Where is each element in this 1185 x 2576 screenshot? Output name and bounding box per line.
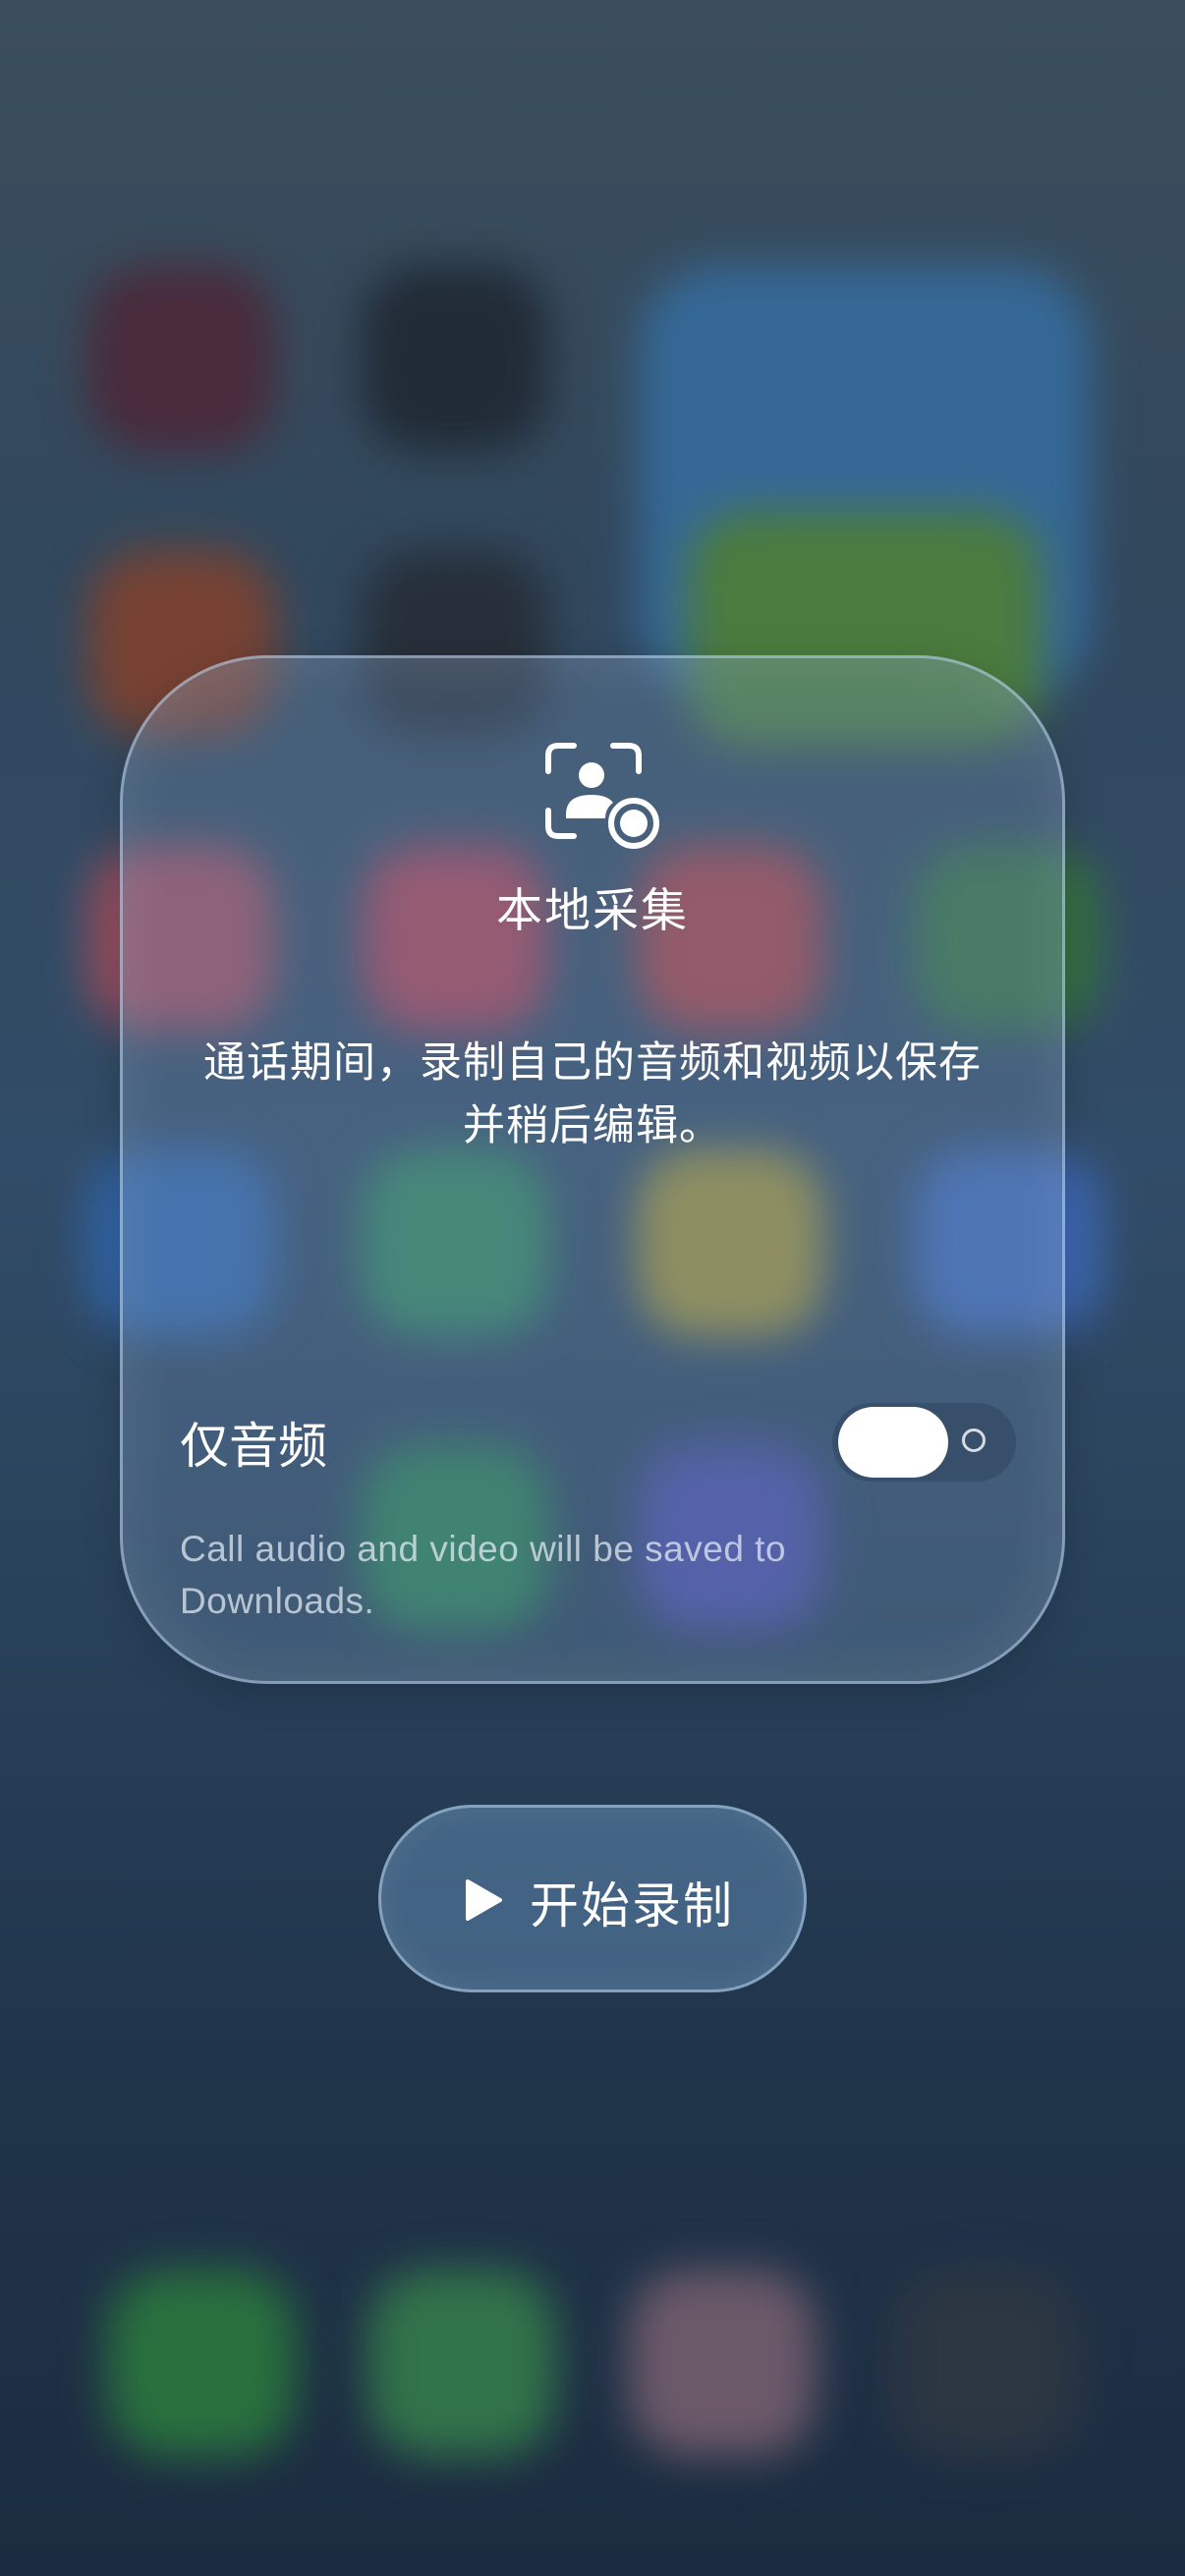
- start-recording-button[interactable]: 开始录制: [378, 1805, 807, 1992]
- dialog-description: 通话期间，录制自己的音频和视频以保存并稍后编辑。: [203, 1038, 982, 1150]
- local-capture-dialog: 本地采集 通话期间，录制自己的音频和视频以保存并稍后编辑。 仅音频 Call a…: [120, 655, 1065, 1684]
- audio-only-label: 仅音频: [180, 1418, 327, 1475]
- toggle-off-indicator-icon: [962, 1428, 986, 1452]
- toggle-knob: [838, 1407, 948, 1478]
- play-icon: [464, 1878, 503, 1922]
- audio-only-toggle[interactable]: [832, 1403, 1016, 1482]
- start-recording-label: 开始录制: [530, 1877, 734, 1934]
- person-record-icon: [544, 742, 664, 852]
- save-location-note: Call audio and video will be saved to Do…: [180, 1529, 787, 1621]
- dialog-title: 本地采集: [496, 884, 689, 938]
